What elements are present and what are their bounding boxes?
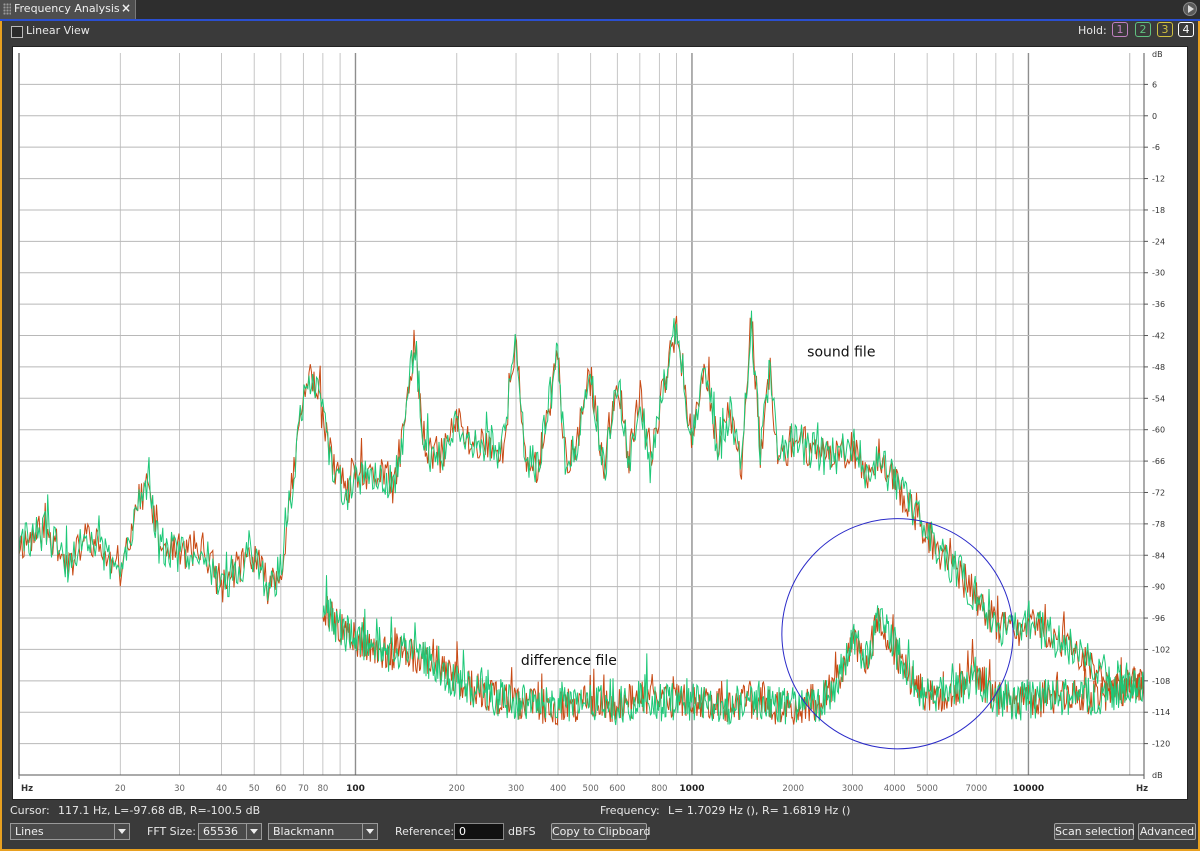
hold-button-1[interactable]: 1 xyxy=(1112,22,1128,37)
x-unit-label: Hz xyxy=(1136,784,1148,794)
window-function-value: Blackmann xyxy=(273,825,335,838)
close-icon[interactable]: × xyxy=(121,1,131,15)
chart-annotation: difference file xyxy=(521,653,617,669)
chevron-down-icon xyxy=(246,824,261,839)
cursor-readout: 117.1 Hz, L=-97.68 dB, R=-100.5 dB xyxy=(58,804,261,817)
x-tick-label: 80 xyxy=(317,784,328,794)
chevron-down-icon xyxy=(362,824,377,839)
status-bar: Cursor: 117.1 Hz, L=-97.68 dB, R=-100.5 … xyxy=(2,802,1198,820)
series-difference-right xyxy=(322,575,1145,726)
hold-button-3[interactable]: 3 xyxy=(1157,22,1173,37)
window-function-select[interactable]: Blackmann xyxy=(268,823,378,840)
hold-button-2[interactable]: 2 xyxy=(1135,22,1151,37)
x-tick-label: 10000 xyxy=(1013,784,1044,794)
series-sound-left xyxy=(18,315,1145,704)
y-tick-label: -6 xyxy=(1152,143,1160,152)
scan-selection-button[interactable]: Scan selection xyxy=(1054,823,1135,840)
bottom-controls: Lines FFT Size: 65536 Blackmann Referenc… xyxy=(2,821,1198,845)
reference-label: Reference: xyxy=(395,825,455,838)
y-tick-label: -12 xyxy=(1152,175,1165,184)
x-unit-label: Hz xyxy=(21,784,33,794)
chevron-down-icon xyxy=(114,824,129,839)
y-tick-label: -54 xyxy=(1152,394,1165,403)
y-tick-label: -90 xyxy=(1152,583,1165,592)
hold-button-4[interactable]: 4 xyxy=(1178,22,1194,37)
y-tick-label: 0 xyxy=(1152,112,1157,121)
y-tick-label: -30 xyxy=(1152,269,1165,278)
x-tick-label: 600 xyxy=(609,784,625,794)
x-tick-label: 50 xyxy=(249,784,260,794)
y-tick-label: -60 xyxy=(1152,426,1165,435)
y-tick-label: -24 xyxy=(1152,237,1165,246)
x-tick-label: 500 xyxy=(583,784,599,794)
arrow-right-icon xyxy=(1188,5,1194,13)
fft-size-label: FFT Size: xyxy=(147,825,196,838)
x-tick-label: 70 xyxy=(298,784,309,794)
frequency-plot-svg[interactable]: sound filedifference file 60-6-12-18-24-… xyxy=(13,47,1187,799)
analysis-toolbar: Linear View Hold: 1 2 3 4 xyxy=(2,21,1198,43)
x-tick-label: 5000 xyxy=(916,784,938,794)
reference-unit: dBFS xyxy=(508,825,536,838)
y-tick-label: -42 xyxy=(1152,332,1165,341)
x-tick-label: 2000 xyxy=(782,784,804,794)
y-tick-label: -84 xyxy=(1152,551,1165,560)
advanced-button[interactable]: Advanced xyxy=(1138,823,1196,840)
cursor-label: Cursor: xyxy=(10,804,50,817)
y-tick-label: -108 xyxy=(1152,677,1170,686)
y-unit-label: dB xyxy=(1152,771,1163,780)
chart-annotation: sound file xyxy=(807,344,875,360)
linear-view-checkbox[interactable] xyxy=(11,26,23,38)
x-tick-label: 7000 xyxy=(966,784,988,794)
y-tick-label: -18 xyxy=(1152,206,1165,215)
linear-view-label: Linear View xyxy=(26,24,90,37)
series-sound-right xyxy=(18,310,1145,705)
y-tick-label: -102 xyxy=(1152,645,1170,654)
x-tick-label: 4000 xyxy=(884,784,906,794)
copy-to-clipboard-button[interactable]: Copy to Clipboard xyxy=(551,823,650,840)
display-mode-value: Lines xyxy=(15,825,44,838)
y-tick-label: -78 xyxy=(1152,520,1165,529)
x-tick-label: 30 xyxy=(174,784,185,794)
fft-size-select[interactable]: 65536 xyxy=(198,823,262,840)
x-tick-label: 40 xyxy=(216,784,227,794)
y-tick-label: -114 xyxy=(1152,708,1170,717)
y-tick-label: -96 xyxy=(1152,614,1165,623)
x-tick-label: 300 xyxy=(508,784,524,794)
y-tick-label: 6 xyxy=(1152,80,1157,89)
y-tick-label: -48 xyxy=(1152,363,1165,372)
panel-menu-button[interactable] xyxy=(1183,2,1197,16)
tab-frequency-analysis[interactable]: Frequency Analysis × xyxy=(0,0,136,19)
fft-size-value: 65536 xyxy=(203,825,238,838)
reference-input[interactable] xyxy=(454,823,504,840)
x-tick-label: 60 xyxy=(275,784,286,794)
y-tick-label: -36 xyxy=(1152,300,1165,309)
x-tick-label: 200 xyxy=(449,784,465,794)
x-tick-label: 800 xyxy=(651,784,667,794)
frequency-plot[interactable]: sound file difference file 6 0 -6 -12 -18 -24-… xyxy=(12,46,1188,800)
hold-label: Hold: xyxy=(1078,24,1107,37)
x-tick-label: 3000 xyxy=(842,784,864,794)
tab-bar: Frequency Analysis × xyxy=(0,0,1200,21)
x-tick-label: 400 xyxy=(550,784,566,794)
y-unit-label: dB xyxy=(1152,50,1163,59)
tab-title: Frequency Analysis xyxy=(14,2,120,15)
x-tick-label: 1000 xyxy=(679,784,704,794)
frequency-readout: L= 1.7029 Hz (), R= 1.6819 Hz () xyxy=(668,804,851,817)
frequency-label: Frequency: xyxy=(600,804,660,817)
grip-icon[interactable] xyxy=(3,3,11,15)
y-tick-label: -72 xyxy=(1152,488,1165,497)
display-mode-select[interactable]: Lines xyxy=(10,823,130,840)
y-tick-label: -120 xyxy=(1152,740,1170,749)
x-tick-label: 20 xyxy=(115,784,126,794)
y-tick-label: -66 xyxy=(1152,457,1165,466)
x-tick-label: 100 xyxy=(346,784,365,794)
